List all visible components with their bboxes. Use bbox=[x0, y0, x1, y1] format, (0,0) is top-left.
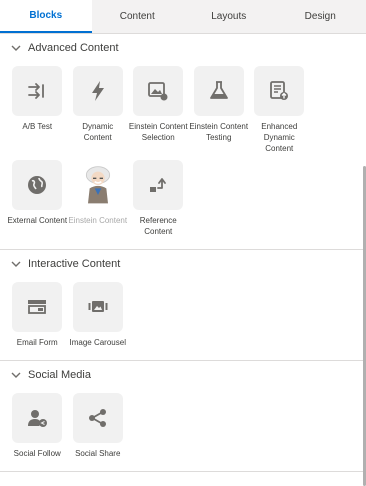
block-label: Enhanced Dynamic Content bbox=[261, 122, 298, 153]
section-title: Social Media bbox=[28, 369, 91, 381]
block-label: Email Form bbox=[16, 338, 58, 347]
chevron-down-icon bbox=[10, 42, 22, 54]
block-label: Dynamic Content bbox=[82, 122, 114, 142]
section-header-advanced-content[interactable]: Advanced Content bbox=[0, 34, 366, 62]
section-header-interactive-content[interactable]: Interactive Content bbox=[0, 250, 366, 278]
block-grid: A/B Test Dynamic Content Einstein Conten… bbox=[0, 62, 366, 249]
tab-layouts[interactable]: Layouts bbox=[183, 0, 275, 33]
block-label: Reference Content bbox=[139, 216, 177, 236]
block-einstein-content[interactable]: Einstein Content bbox=[68, 160, 129, 237]
image-selection-icon bbox=[133, 66, 184, 116]
form-icon bbox=[12, 282, 63, 332]
tab-content[interactable]: Content bbox=[92, 0, 184, 33]
block-label: Einstein Content bbox=[68, 216, 128, 225]
block-ab-test[interactable]: A/B Test bbox=[7, 66, 68, 154]
section-title: Interactive Content bbox=[28, 258, 121, 270]
lightning-icon bbox=[72, 66, 123, 116]
block-label: Social Follow bbox=[13, 449, 61, 458]
tab-bar: Blocks Content Layouts Design bbox=[0, 0, 366, 34]
section-header-social-media[interactable]: Social Media bbox=[0, 361, 366, 389]
globe-icon bbox=[12, 160, 63, 210]
chevron-down-icon bbox=[10, 369, 22, 381]
block-label: Einstein Content Testing bbox=[189, 122, 249, 142]
block-einstein-content-testing[interactable]: Einstein Content Testing bbox=[189, 66, 250, 154]
block-label: Einstein Content Selection bbox=[128, 122, 188, 142]
tab-design[interactable]: Design bbox=[275, 0, 366, 33]
block-social-share[interactable]: Social Share bbox=[68, 393, 129, 459]
tab-blocks[interactable]: Blocks bbox=[0, 0, 92, 33]
chevron-down-icon bbox=[10, 258, 22, 270]
block-einstein-content-selection[interactable]: Einstein Content Selection bbox=[128, 66, 189, 154]
block-grid: Email Form Image Carousel bbox=[0, 278, 366, 360]
block-label: Image Carousel bbox=[69, 338, 126, 347]
document-upload-icon bbox=[254, 66, 305, 116]
block-label: External Content bbox=[7, 216, 68, 225]
block-image-carousel[interactable]: Image Carousel bbox=[68, 282, 129, 348]
block-reference-content[interactable]: Reference Content bbox=[128, 160, 189, 237]
block-dynamic-content[interactable]: Dynamic Content bbox=[68, 66, 129, 154]
carousel-icon bbox=[72, 282, 123, 332]
section-social-media: Social Media Social Follow Social Share bbox=[0, 361, 366, 472]
block-external-content[interactable]: External Content bbox=[7, 160, 68, 237]
share-icon bbox=[72, 393, 123, 443]
section-interactive-content: Interactive Content Email Form Image Car… bbox=[0, 250, 366, 361]
block-social-follow[interactable]: Social Follow bbox=[7, 393, 68, 459]
block-label: Social Share bbox=[75, 449, 121, 458]
block-grid: Social Follow Social Share bbox=[0, 389, 366, 471]
flask-icon bbox=[193, 66, 244, 116]
block-label: A/B Test bbox=[22, 122, 53, 131]
section-title: Advanced Content bbox=[28, 42, 119, 54]
einstein-avatar bbox=[73, 160, 123, 210]
follow-user-icon bbox=[12, 393, 63, 443]
reference-arrow-icon bbox=[133, 160, 184, 210]
ab-test-icon bbox=[12, 66, 63, 116]
section-advanced-content: Advanced Content A/B Test Dynamic Conten… bbox=[0, 34, 366, 250]
block-email-form[interactable]: Email Form bbox=[7, 282, 68, 348]
block-enhanced-dynamic-content[interactable]: Enhanced Dynamic Content bbox=[249, 66, 310, 154]
